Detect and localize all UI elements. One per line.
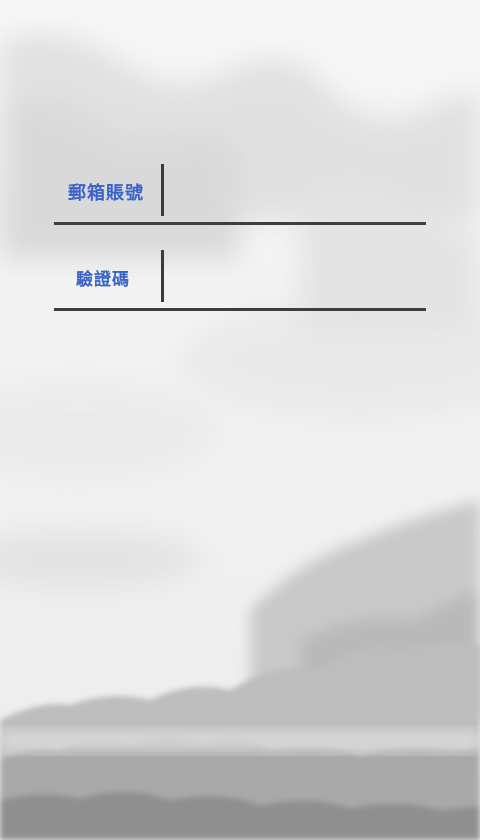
verification-code-separator (161, 250, 164, 302)
ink-landscape-background (0, 0, 480, 840)
email-field-label: 郵箱賬號 (68, 183, 144, 204)
verification-code-input[interactable] (172, 253, 420, 299)
email-field-separator (161, 164, 164, 216)
email-field-underline (54, 222, 426, 225)
email-field-row: 郵箱賬號 (54, 163, 426, 225)
verification-code-field-row: 驗證碼 (54, 249, 426, 311)
verification-code-label: 驗證碼 (76, 270, 130, 290)
email-input[interactable] (172, 167, 420, 213)
verification-code-underline (54, 308, 426, 311)
